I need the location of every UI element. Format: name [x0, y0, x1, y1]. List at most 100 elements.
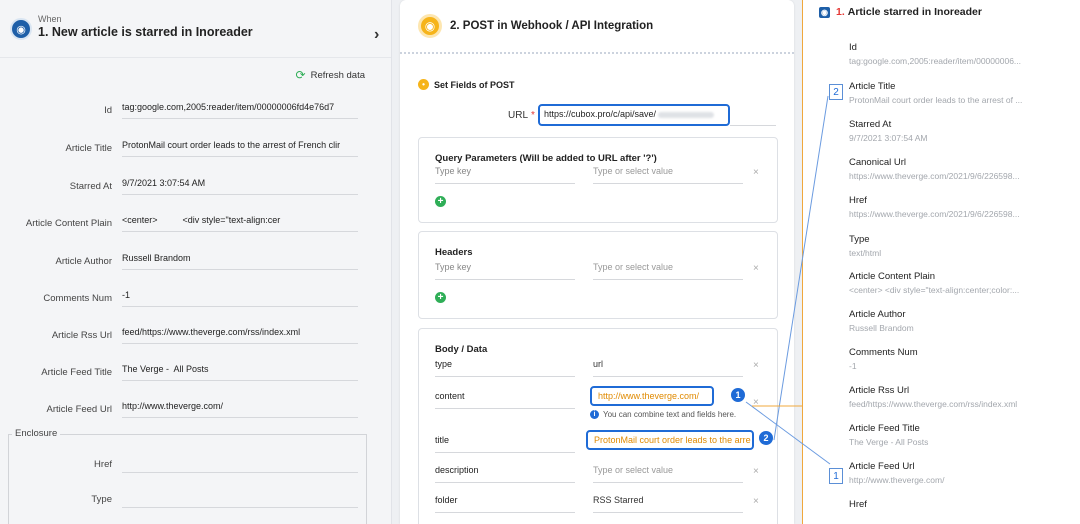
add-query-param-button[interactable]: + — [435, 196, 446, 207]
field-row-id: Id tag:google.com,2005:reader/item/00000… — [0, 101, 392, 119]
picker-field-comments-num[interactable]: Comments Num -1 — [849, 347, 1074, 371]
picker-field-name: Article Feed Url — [849, 461, 915, 472]
header-key-input[interactable]: Type key — [435, 262, 575, 280]
inoreader-small-icon: ◉ — [819, 6, 830, 18]
field-value[interactable] — [122, 455, 358, 473]
body-row-type: type url × — [435, 355, 765, 377]
field-row-enclosure-href: Href — [0, 455, 392, 473]
set-fields-label: Set Fields of POST — [434, 79, 515, 90]
picker-field-sample: 9/7/2021 3:07:54 AM — [849, 133, 928, 143]
trigger-header[interactable]: ◉ When 1. New article is starred in Inor… — [0, 0, 391, 58]
marker-badge-2: 2 — [758, 430, 774, 446]
picker-field-canonical-url[interactable]: Canonical Url https://www.theverge.com/2… — [849, 157, 1074, 181]
content-mapped-value[interactable]: http://www.theverge.com/ — [590, 386, 714, 406]
field-label: Article Title — [65, 142, 112, 154]
enclosure-group — [8, 434, 367, 524]
field-row-article-feed-title: Article Feed Title The Verge - All Posts — [0, 363, 392, 381]
headers-card: Headers Type key Type or select value × … — [418, 231, 778, 319]
picker-field-name: Href — [849, 195, 867, 206]
picker-field-sample: <center> <div style="text-align:center;c… — [849, 285, 1020, 295]
picker-step-number: 1. — [836, 6, 845, 18]
picker-field-sample: The Verge - All Posts — [849, 437, 929, 447]
action-title: 2. POST in Webhook / API Integration — [450, 20, 654, 32]
picker-field-sample: text/html — [849, 248, 882, 258]
picker-field-article-feed-title[interactable]: Article Feed Title The Verge - All Posts — [849, 423, 1074, 447]
remove-icon[interactable]: × — [753, 397, 759, 408]
url-value: https://cubox.pro/c/api/save/ — [544, 109, 657, 119]
action-header[interactable]: ◉ 2. POST in Webhook / API Integration — [400, 0, 794, 54]
picker-field-article-author[interactable]: Article Author Russell Brandom — [849, 309, 1074, 333]
field-value[interactable]: <center> <div style="text-align:cer — [122, 214, 358, 232]
picker-field-sample: feed/https://www.theverge.com/rss/index.… — [849, 399, 1018, 409]
picker-field-enclosure-href[interactable]: Href — [849, 499, 1074, 510]
picker-field-article-content-plain[interactable]: Article Content Plain <center> <div styl… — [849, 271, 1074, 295]
remove-icon[interactable]: × — [753, 496, 759, 507]
picker-field-name: Starred At — [849, 119, 892, 130]
picker-field-sample: tag:google.com,2005:reader/item/00000006… — [849, 56, 1022, 66]
picker-field-sample: https://www.theverge.com/2021/9/6/226598… — [849, 209, 1020, 219]
redacted-token — [658, 111, 715, 118]
remove-icon[interactable]: × — [753, 360, 759, 371]
url-underline — [730, 125, 776, 126]
field-label: Article Content Plain — [25, 217, 112, 229]
chevron-right-icon[interactable]: › — [374, 26, 379, 44]
picker-title: Article starred in Inoreader — [847, 6, 982, 18]
body-value[interactable]: url — [593, 359, 743, 377]
body-row-folder: folder RSS Starred × — [435, 491, 765, 513]
picker-field-name: Article Content Plain — [849, 271, 936, 282]
when-label: When — [38, 14, 62, 24]
marker-badge-1: 1 — [730, 387, 746, 403]
field-label: Starred At — [69, 180, 112, 192]
field-picker-panel: ◉ 1. Article starred in Inoreader Id tag… — [802, 0, 1080, 524]
field-value[interactable]: The Verge - All Posts — [122, 363, 358, 381]
picker-field-starred-at[interactable]: Starred At 9/7/2021 3:07:54 AM — [849, 119, 1074, 143]
field-value[interactable]: 9/7/2021 3:07:54 AM — [122, 177, 358, 195]
picker-field-id[interactable]: Id tag:google.com,2005:reader/item/00000… — [849, 42, 1074, 66]
picker-field-sample: -1 — [849, 361, 857, 371]
field-value[interactable]: ProtonMail court order leads to the arre… — [122, 139, 358, 157]
remove-icon[interactable]: × — [753, 167, 759, 178]
field-label: Article Rss Url — [51, 329, 112, 341]
body-data-card: Body / Data type url × content × title d… — [418, 328, 778, 524]
field-value[interactable]: tag:google.com,2005:reader/item/00000006… — [122, 101, 358, 119]
picker-field-href[interactable]: Href https://www.theverge.com/2021/9/6/2… — [849, 195, 1074, 219]
field-value[interactable] — [122, 490, 358, 508]
add-header-button[interactable]: + — [435, 292, 446, 303]
header-value-input[interactable]: Type or select value — [593, 262, 743, 280]
picker-field-article-title[interactable]: Article Title ProtonMail court order lea… — [849, 81, 1074, 105]
trigger-panel: ◉ When 1. New article is starred in Inor… — [0, 0, 392, 524]
body-key[interactable]: title — [435, 435, 575, 453]
action-panel: ◉ 2. POST in Webhook / API Integration •… — [400, 0, 794, 524]
field-value[interactable]: http://www.theverge.com/ — [122, 400, 358, 418]
field-value[interactable]: Russell Brandom — [122, 252, 358, 270]
picker-field-name: Type — [849, 234, 870, 245]
refresh-data-button[interactable]: ⟳ Refresh data — [296, 68, 365, 82]
trigger-title: 1. New article is starred in Inoreader — [38, 25, 253, 39]
title-mapped-value[interactable]: ProtonMail court order leads to the arre — [586, 430, 754, 450]
field-label: Article Feed Title — [41, 366, 112, 378]
picker-field-type[interactable]: Type text/html — [849, 234, 1074, 258]
url-label: URL * — [508, 110, 535, 121]
url-input[interactable]: https://cubox.pro/c/api/save/ — [538, 104, 730, 126]
picker-field-name: Href — [849, 499, 867, 510]
remove-icon[interactable]: × — [753, 466, 759, 477]
body-key[interactable]: description — [435, 465, 575, 483]
query-value-input[interactable]: Type or select value — [593, 166, 743, 184]
body-key[interactable]: content — [435, 391, 575, 409]
remove-icon[interactable]: × — [753, 263, 759, 274]
picker-header: ◉ 1. Article starred in Inoreader — [819, 6, 982, 18]
picker-field-article-rss-url[interactable]: Article Rss Url feed/https://www.theverg… — [849, 385, 1074, 409]
body-key[interactable]: folder — [435, 495, 575, 513]
body-value[interactable]: RSS Starred — [593, 495, 743, 513]
body-key[interactable]: type — [435, 359, 575, 377]
field-label: Article Author — [55, 255, 113, 267]
field-row-article-content-plain: Article Content Plain <center> <div styl… — [0, 214, 392, 232]
field-value[interactable]: feed/https://www.theverge.com/rss/index.… — [122, 326, 358, 344]
body-value-input[interactable]: Type or select value — [593, 465, 743, 483]
query-key-input[interactable]: Type key — [435, 166, 575, 184]
inoreader-icon: ◉ — [10, 18, 32, 40]
field-row-article-feed-url: Article Feed Url http://www.theverge.com… — [0, 400, 392, 418]
picker-field-name: Article Feed Title — [849, 423, 920, 434]
field-value[interactable]: -1 — [122, 289, 358, 307]
picker-field-article-feed-url[interactable]: Article Feed Url http://www.theverge.com… — [849, 461, 1074, 485]
